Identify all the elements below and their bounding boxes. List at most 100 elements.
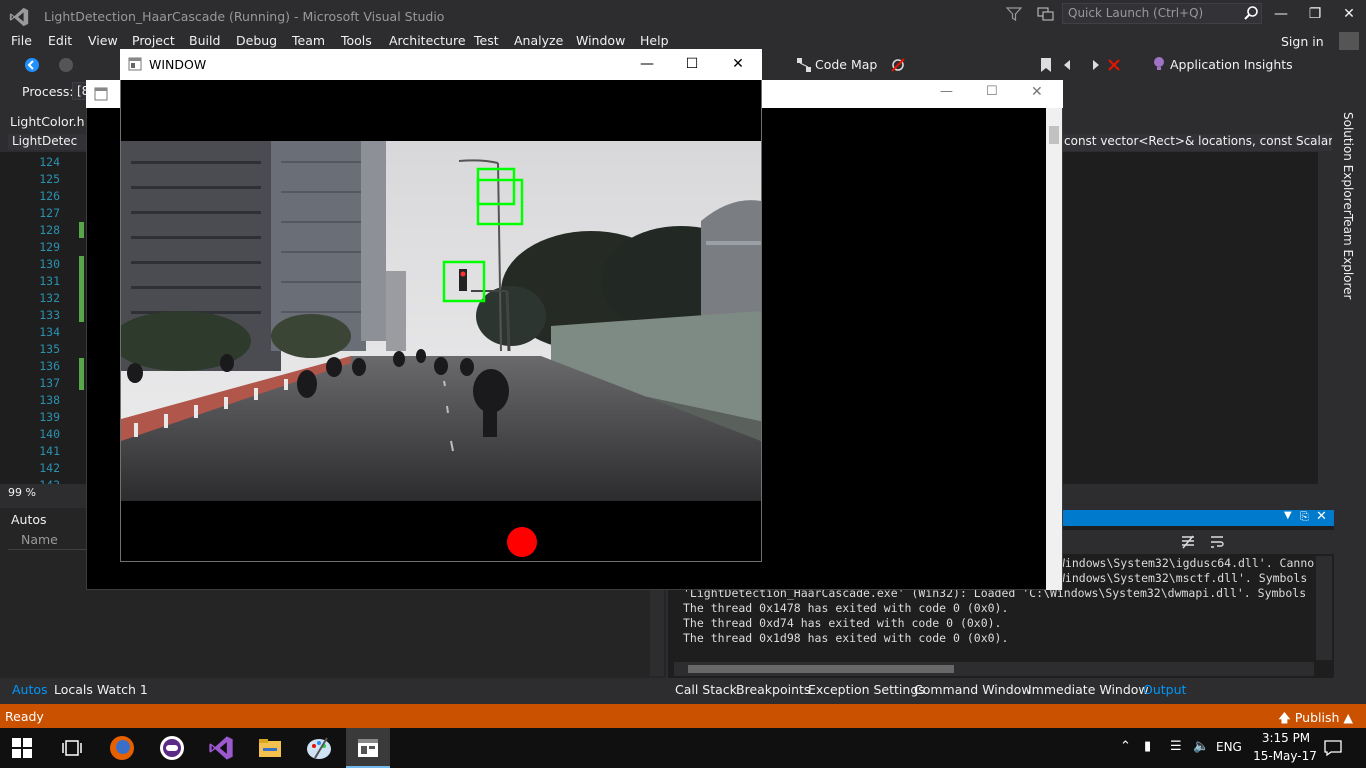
notifications-icon[interactable] xyxy=(1324,739,1342,757)
dropdown-icon[interactable]: ▼ xyxy=(1284,510,1292,521)
show-hidden-icons-icon[interactable]: ⌃ xyxy=(1120,739,1131,754)
menu-analyze[interactable]: Analyze xyxy=(514,33,563,48)
tab-call-stack[interactable]: Call Stack xyxy=(675,682,737,697)
tab-exception-settings[interactable]: Exception Settings xyxy=(808,682,925,697)
tab-solution-explorer[interactable]: Solution Explorer xyxy=(1341,112,1355,215)
paint-icon[interactable] xyxy=(305,734,333,762)
close-icon[interactable]: ✕ xyxy=(1336,4,1362,24)
editor-tab-lightcolor[interactable]: LightColor.h xyxy=(10,114,85,129)
output-vertical-scrollbar[interactable] xyxy=(1316,556,1332,660)
application-insights-button[interactable]: Application Insights xyxy=(1170,57,1293,72)
close-icon[interactable]: ✕ xyxy=(723,52,753,76)
member-nav-dropdown[interactable]: const vector<Rect>& locations, const Sca… xyxy=(1062,134,1332,151)
clear-bookmarks-icon[interactable] xyxy=(1106,57,1122,73)
line-number: 124 xyxy=(39,155,60,169)
code-map-button[interactable]: Code Map xyxy=(815,57,877,72)
scroll-thumb[interactable] xyxy=(1049,126,1059,144)
output-scroll-thumb[interactable] xyxy=(688,665,954,673)
app-icon[interactable] xyxy=(158,734,186,762)
tab-command-window[interactable]: Command Window xyxy=(914,682,1032,697)
line-number: 133 xyxy=(39,308,60,322)
menu-window[interactable]: Window xyxy=(576,33,625,48)
menu-project[interactable]: Project xyxy=(132,33,175,48)
code-map-icon[interactable] xyxy=(796,57,812,73)
background-window-scrollbar[interactable] xyxy=(1046,108,1062,590)
minimize-icon[interactable]: — xyxy=(1268,4,1294,24)
pin-icon[interactable]: ⎘ xyxy=(1300,510,1309,524)
file-explorer-icon[interactable] xyxy=(256,734,284,762)
menu-test[interactable]: Test xyxy=(474,33,499,48)
quick-launch-input[interactable]: Quick Launch (Ctrl+Q) xyxy=(1062,3,1262,24)
menu-build[interactable]: Build xyxy=(189,33,220,48)
name-column-header[interactable]: Name xyxy=(21,532,58,547)
minimize-icon[interactable]: — xyxy=(940,84,953,99)
breakpoint-toggle-icon[interactable] xyxy=(890,57,906,73)
application-insights-icon[interactable] xyxy=(1152,56,1166,72)
line-number: 143 xyxy=(26,478,60,484)
wifi-icon[interactable]: ☰ xyxy=(1170,739,1182,754)
menu-edit[interactable]: Edit xyxy=(48,33,72,48)
forward-icon[interactable] xyxy=(58,57,74,73)
maximize-icon[interactable]: ☐ xyxy=(677,52,707,76)
sign-in-link[interactable]: Sign in xyxy=(1281,34,1324,49)
tab-output[interactable]: Output xyxy=(1143,682,1186,697)
line-number: 135 xyxy=(39,342,60,356)
tab-team-explorer[interactable]: Team Explorer xyxy=(1341,214,1355,300)
menu-file[interactable]: File xyxy=(11,33,32,48)
output-panel-header: ▼ ⎘ ✕ xyxy=(1062,509,1334,526)
line-number: 137 xyxy=(39,376,60,390)
line-number: 126 xyxy=(39,189,60,203)
back-icon[interactable] xyxy=(24,57,40,73)
firefox-icon[interactable] xyxy=(108,734,136,762)
project-nav-dropdown[interactable]: LightDetec xyxy=(8,134,88,150)
minimize-icon[interactable]: — xyxy=(632,52,662,76)
zoom-level[interactable]: 99 % xyxy=(8,486,36,499)
tab-immediate-window[interactable]: Immediate Window xyxy=(1028,682,1149,697)
clock-date[interactable]: 15-May-17 xyxy=(1252,749,1318,763)
volume-icon[interactable]: 🔈 xyxy=(1193,739,1209,754)
battery-icon[interactable]: ▮ xyxy=(1144,739,1151,754)
tab-watch-1[interactable]: Watch 1 xyxy=(97,682,148,697)
window-icon xyxy=(128,57,142,71)
opencv-window-icon[interactable] xyxy=(354,734,382,762)
line-number: 131 xyxy=(39,274,60,288)
language-indicator[interactable]: ENG xyxy=(1216,740,1242,754)
line-number: 127 xyxy=(39,206,60,220)
line-number: 142 xyxy=(39,461,60,475)
menu-help[interactable]: Help xyxy=(640,33,669,48)
filter-icon[interactable] xyxy=(1006,6,1022,22)
tab-locals[interactable]: Locals xyxy=(54,682,93,697)
windows-start-icon[interactable] xyxy=(12,738,32,758)
menu-debug[interactable]: Debug xyxy=(236,33,277,48)
maximize-icon[interactable]: ❐ xyxy=(1302,4,1328,24)
maximize-icon[interactable]: ☐ xyxy=(986,84,998,99)
publish-button[interactable]: 🡅 Publish ▲ xyxy=(1278,709,1353,730)
opencv-window-title-bar[interactable] xyxy=(120,49,762,80)
close-icon[interactable]: ✕ xyxy=(1316,509,1327,524)
tab-autos[interactable]: Autos xyxy=(12,682,48,697)
visual-studio-icon[interactable] xyxy=(207,734,235,762)
taskbar xyxy=(0,728,1366,768)
menu-view[interactable]: View xyxy=(88,33,118,48)
editor-horizontal-scrollbar[interactable] xyxy=(1062,484,1320,498)
line-number: 125 xyxy=(39,172,60,186)
menu-architecture[interactable]: Architecture xyxy=(389,33,466,48)
clear-all-icon[interactable] xyxy=(1180,534,1196,550)
task-view-icon[interactable] xyxy=(62,738,82,758)
word-wrap-icon[interactable] xyxy=(1209,534,1225,550)
tab-breakpoints[interactable]: Breakpoints xyxy=(736,682,810,697)
bookmark-prev-icon[interactable] xyxy=(1062,57,1078,73)
menu-team[interactable]: Team xyxy=(292,33,325,48)
feedback-icon[interactable] xyxy=(1036,6,1054,22)
clock-time[interactable]: 3:15 PM xyxy=(1256,731,1316,745)
close-icon[interactable]: ✕ xyxy=(1031,84,1043,100)
publish-label: Publish xyxy=(1294,710,1340,725)
menu-tools[interactable]: Tools xyxy=(341,33,372,48)
editor-vertical-scrollbar[interactable] xyxy=(1318,152,1334,484)
output-line: The thread 0x1478 has exited with code 0… xyxy=(683,601,1009,615)
bookmark-next-icon[interactable] xyxy=(1085,57,1101,73)
line-number: 139 xyxy=(39,410,60,424)
search-icon[interactable] xyxy=(1243,5,1259,21)
account-icon[interactable] xyxy=(1339,32,1359,50)
bookmark-icon[interactable] xyxy=(1040,57,1052,73)
